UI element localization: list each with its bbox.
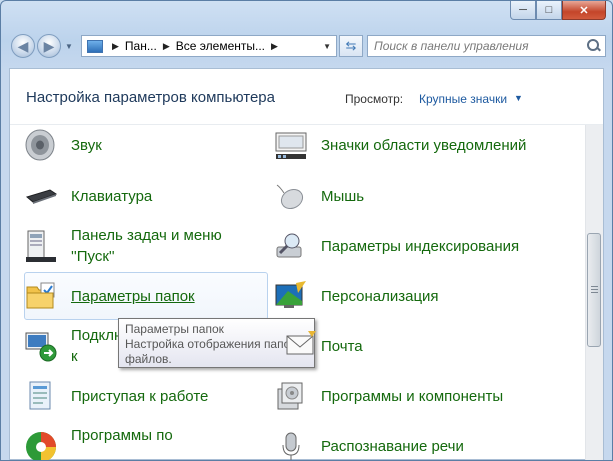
scrollbar-thumb[interactable] [587,233,601,347]
mail-icon [284,327,318,361]
maximize-button[interactable]: □ [536,1,562,20]
content-pane: Настройка параметров компьютера Просмотр… [9,68,604,460]
microphone-icon [274,429,308,460]
content-header: Настройка параметров компьютера Просмотр… [10,69,603,125]
view-mode-dropdown[interactable]: Крупные значки [419,92,507,106]
arrow-right-icon: ▶ [43,37,55,54]
item-label: Параметры папок [71,287,195,305]
remote-connection-icon [24,329,58,363]
item-folder-options[interactable]: Параметры папок [24,272,268,320]
item-label: Приступая к работе [71,387,209,405]
item-speech-recognition[interactable]: Распознавание речи [274,422,574,460]
item-label: Персонализация [321,287,439,305]
search-icon[interactable] [585,38,601,54]
mouse-icon [274,179,308,213]
item-indexing-options[interactable]: Параметры индексирования [274,222,574,270]
breadcrumb-item-control-panel[interactable]: Пан... [125,39,157,53]
keyboard-icon [24,179,58,213]
refresh-icon: ⇆ [345,38,357,53]
item-label: Распознавание речи [321,437,464,455]
arrow-left-icon: ◀ [17,37,29,54]
view-mode-chevron-down-icon[interactable]: ▼ [514,93,523,103]
close-button[interactable]: ✕ [562,1,606,20]
breadcrumb-arrow-icon[interactable]: ▶ [112,41,119,52]
item-mouse[interactable]: Мышь [274,172,574,220]
item-label: Программы и компоненты [321,387,504,405]
item-label: Значки области уведомлений [321,136,527,154]
tooltip-title: Параметры папок [125,322,224,336]
page-title: Настройка параметров компьютера [26,89,275,106]
navigation-bar: ◀ ▶ ▼ ▶ Пан... ▶ Все элементы... ▶ ▼ ⇆ [9,34,606,60]
vertical-scrollbar[interactable] [585,125,603,460]
item-notification-icons[interactable]: Значки области уведомлений [274,125,574,169]
search-input[interactable] [368,38,585,54]
control-panel-icon [87,39,103,53]
indexing-icon [274,229,308,263]
item-taskbar-start[interactable]: Панель задач и меню ''Пуск'' [24,222,254,270]
view-label: Просмотр: [345,92,404,106]
folder-options-icon [24,279,58,313]
caption-buttons: ─ □ ✕ [510,1,606,20]
item-sound[interactable]: Звук [24,125,254,169]
item-label: Почта [321,337,363,355]
notification-area-icon [274,128,308,162]
getting-started-icon [24,379,58,413]
tooltip-text: Настройка отображения папок и файлов. [125,337,306,366]
control-panel-window: ─ □ ✕ ◀ ▶ ▼ ▶ Пан... ▶ Все элементы... ▶… [0,0,613,461]
address-bar[interactable]: ▶ Пан... ▶ Все элементы... ▶ ▼ [81,35,337,57]
programs-icon [274,379,308,413]
item-label: Клавиатура [71,187,153,205]
refresh-button[interactable]: ⇆ [339,35,363,57]
item-label: Панель задач и меню ''Пуск'' [71,227,222,265]
item-programs-features[interactable]: Программы и компоненты [274,372,574,420]
recent-pages-chevron-down-icon[interactable]: ▼ [65,42,73,51]
breadcrumb-arrow-icon[interactable]: ▶ [163,41,170,52]
item-default-programs[interactable]: Программы по [24,422,254,460]
item-label: Звук [71,136,102,154]
minimize-button[interactable]: ─ [510,1,536,20]
forward-button[interactable]: ▶ [37,34,61,58]
item-getting-started[interactable]: Приступая к работе [24,372,254,420]
personalization-icon [274,279,308,313]
default-programs-icon [24,430,58,460]
speaker-icon [24,128,58,162]
taskbar-icon [24,229,58,263]
search-box[interactable] [367,35,606,57]
breadcrumb-arrow-icon[interactable]: ▶ [271,41,278,52]
item-keyboard[interactable]: Клавиатура [24,172,254,220]
address-history-chevron-down-icon[interactable]: ▼ [323,42,331,51]
breadcrumb-item-all-items[interactable]: Все элементы... [176,39,265,53]
back-button[interactable]: ◀ [11,34,35,58]
control-panel-items: Звук Значки области уведомлений Клавиату… [10,125,588,460]
item-label: Параметры индексирования [321,237,520,255]
item-mail[interactable]: Почта [274,322,574,370]
item-label: Программы по [71,427,173,444]
item-label: Мышь [321,187,365,205]
item-personalization[interactable]: Персонализация [274,272,574,320]
